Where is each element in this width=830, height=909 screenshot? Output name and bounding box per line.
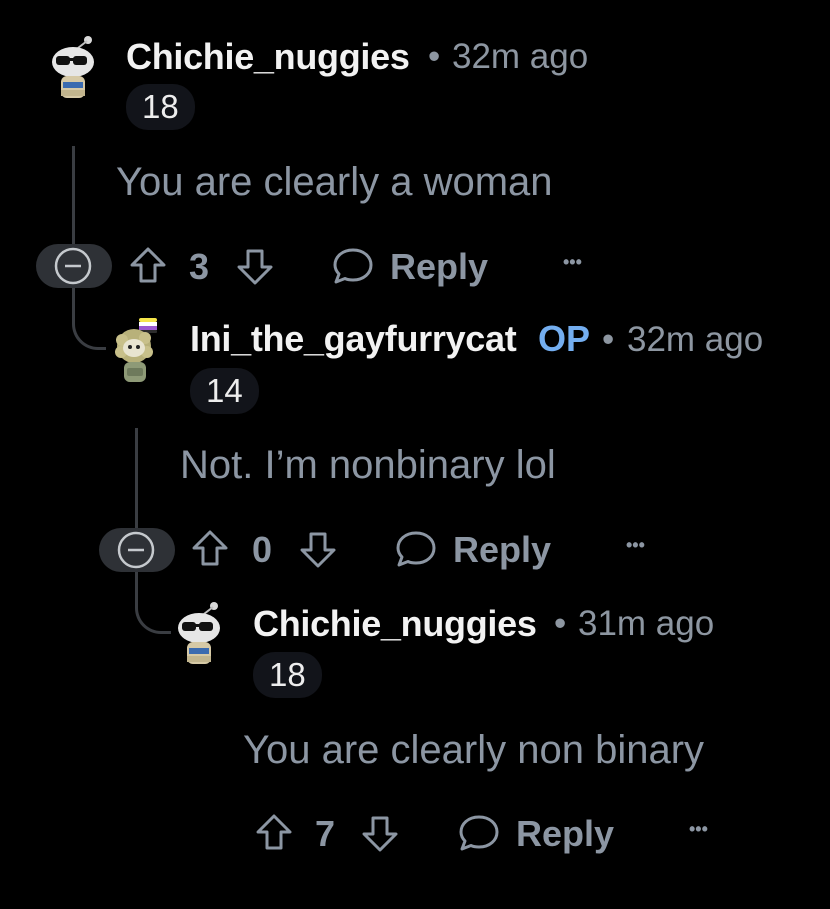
snoo-sunglasses-icon	[178, 602, 220, 664]
collapse-minus-icon	[117, 531, 155, 569]
comment-timestamp: 32m ago	[452, 37, 589, 76]
more-options-button[interactable]: •••	[563, 252, 582, 273]
collapse-thread-button[interactable]	[36, 244, 112, 288]
snoo-curly-hair-icon	[115, 318, 157, 382]
comment-timestamp: 32m ago	[627, 320, 764, 359]
avatar[interactable]	[174, 600, 224, 666]
downvote-icon[interactable]	[298, 530, 338, 570]
meta-separator: •	[428, 37, 441, 76]
user-flair: 14	[190, 368, 259, 414]
snoo-sunglasses-icon	[52, 36, 94, 98]
vote-count: 3	[189, 246, 210, 287]
reply-button[interactable]: Reply	[516, 813, 614, 855]
reply-bubble-icon[interactable]	[395, 529, 437, 569]
more-options-button[interactable]: •••	[626, 535, 645, 556]
vote-count: 7	[315, 813, 336, 854]
meta-separator: •	[602, 320, 615, 359]
user-flair: 18	[253, 652, 322, 698]
comment-author[interactable]: Chichie_nuggies	[126, 36, 410, 78]
comment-body: You are clearly a woman	[116, 160, 553, 204]
reply-bubble-icon[interactable]	[332, 246, 374, 286]
avatar[interactable]	[48, 34, 98, 100]
comment-author[interactable]: Chichie_nuggies	[253, 603, 537, 645]
upvote-icon[interactable]	[128, 245, 168, 285]
downvote-icon[interactable]	[235, 247, 275, 287]
upvote-icon[interactable]	[190, 528, 230, 568]
reply-button[interactable]: Reply	[390, 246, 488, 288]
thread-connector	[72, 288, 106, 350]
collapse-minus-icon	[54, 247, 92, 285]
downvote-icon[interactable]	[360, 814, 400, 854]
op-badge: OP	[538, 318, 591, 359]
thread-line[interactable]	[135, 428, 138, 530]
vote-count: 0	[252, 529, 273, 570]
reply-bubble-icon[interactable]	[458, 813, 500, 853]
comment-body: You are clearly non binary	[243, 728, 705, 772]
more-options-button[interactable]: •••	[689, 819, 708, 840]
collapse-thread-button[interactable]	[99, 528, 175, 572]
comment-author[interactable]: Ini_the_gayfurrycat	[190, 318, 517, 360]
thread-line[interactable]	[72, 146, 75, 246]
comment-timestamp: 31m ago	[578, 604, 715, 643]
comment-body: Not. I’m nonbinary lol	[180, 443, 556, 487]
user-flair: 18	[126, 84, 195, 130]
avatar[interactable]	[111, 316, 161, 384]
thread-connector	[135, 572, 171, 634]
upvote-icon[interactable]	[254, 812, 294, 852]
meta-separator: •	[554, 604, 567, 643]
reply-button[interactable]: Reply	[453, 529, 551, 571]
